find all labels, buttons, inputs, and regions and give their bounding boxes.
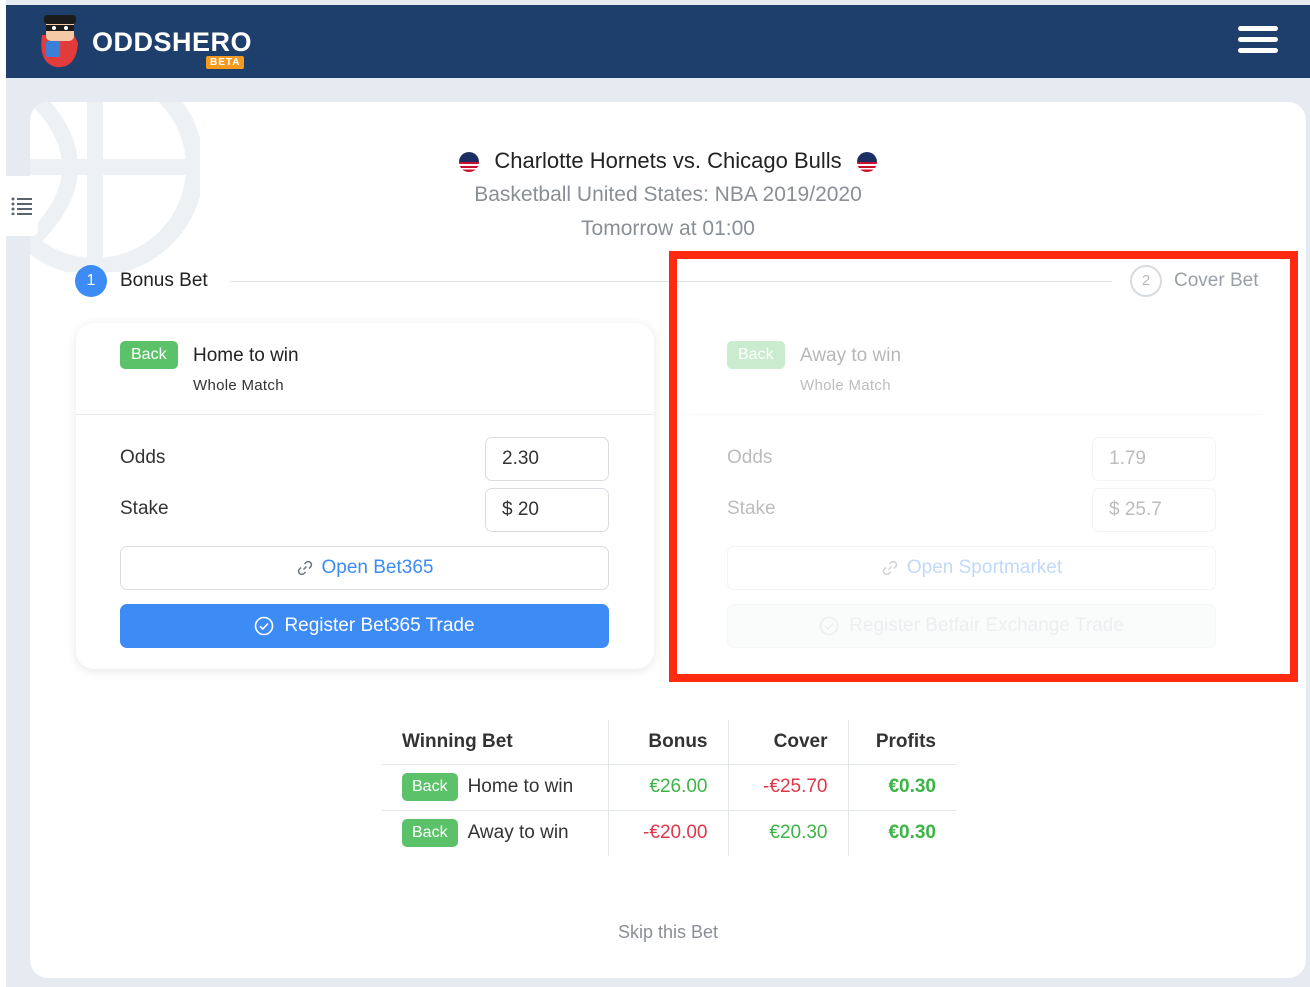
column-header: Profits xyxy=(875,730,936,752)
stake-label: Stake xyxy=(120,498,169,519)
profit-summary-table: Winning Bet Bonus Cover Profits Back Home… xyxy=(382,720,956,856)
back-badge: Back xyxy=(402,773,458,801)
open-bookmaker-label: Open Bet365 xyxy=(321,557,434,578)
step-1-label: Bonus Bet xyxy=(120,270,208,291)
hamburger-menu-icon[interactable] xyxy=(1238,26,1278,58)
profit-value: €0.30 xyxy=(848,809,956,856)
winning-bet-cell: Back Home to win xyxy=(382,763,609,810)
open-bookmaker-button[interactable]: Open Bet365 xyxy=(120,546,609,590)
profit-value: €0.30 xyxy=(848,763,956,810)
top-navbar: ODDSHERO BETA xyxy=(6,5,1310,78)
selection-name: Away to win xyxy=(467,822,569,844)
winning-bet-cell: Back Away to win xyxy=(382,809,609,856)
match-title: Charlotte Hornets vs. Chicago Bulls xyxy=(0,148,1310,174)
match-league: Basketball United States: NBA 2019/2020 xyxy=(474,183,862,206)
stake-input[interactable] xyxy=(485,488,609,532)
bonus-value: €26.00 xyxy=(608,763,729,810)
back-badge: Back xyxy=(120,341,178,369)
link-icon xyxy=(297,560,312,576)
table-row: Back Away to win -€20.00 €20.30 €0.30 xyxy=(382,809,956,856)
bet-market: Whole Match xyxy=(193,377,284,394)
register-trade-button[interactable]: Register Bet365 Trade xyxy=(120,604,609,648)
cover-value: €20.30 xyxy=(728,809,849,856)
step-1-indicator: 1 xyxy=(75,265,107,297)
us-flag-icon xyxy=(459,152,480,173)
cover-value: -€25.70 xyxy=(728,763,849,810)
hero-logo-icon[interactable] xyxy=(36,13,82,69)
selection-name: Home to win xyxy=(467,776,574,797)
brand-name[interactable]: ODDSHERO xyxy=(92,27,252,58)
odds-input[interactable] xyxy=(485,437,609,481)
check-circle-icon xyxy=(255,616,274,636)
column-header: Bonus xyxy=(608,720,729,764)
us-flag-icon xyxy=(856,152,877,173)
match-time: Tomorrow at 01:00 xyxy=(581,217,755,240)
highlight-box xyxy=(669,251,1298,682)
column-header: Cover xyxy=(728,720,849,764)
bet-selection: Home to win xyxy=(193,345,299,366)
bonus-bet-header: Back Home to win Whole Match xyxy=(76,323,654,415)
back-badge: Back xyxy=(402,819,458,848)
skip-bet-link[interactable]: Skip this Bet xyxy=(0,922,1310,943)
table-row: Back Home to win €26.00 -€25.70 €0.30 xyxy=(382,763,956,810)
match-name: Charlotte Hornets vs. Chicago Bulls xyxy=(494,148,842,173)
beta-badge: BETA xyxy=(206,56,245,69)
table-header-row: Winning Bet Bonus Cover Profits xyxy=(382,720,956,764)
bonus-value: -€20.00 xyxy=(608,809,729,856)
column-header: Winning Bet xyxy=(382,720,609,764)
bonus-bet-card: Back Home to win Whole Match Odds Stake … xyxy=(76,323,654,669)
register-trade-label: Register Bet365 Trade xyxy=(284,615,475,636)
odds-label: Odds xyxy=(120,447,166,468)
